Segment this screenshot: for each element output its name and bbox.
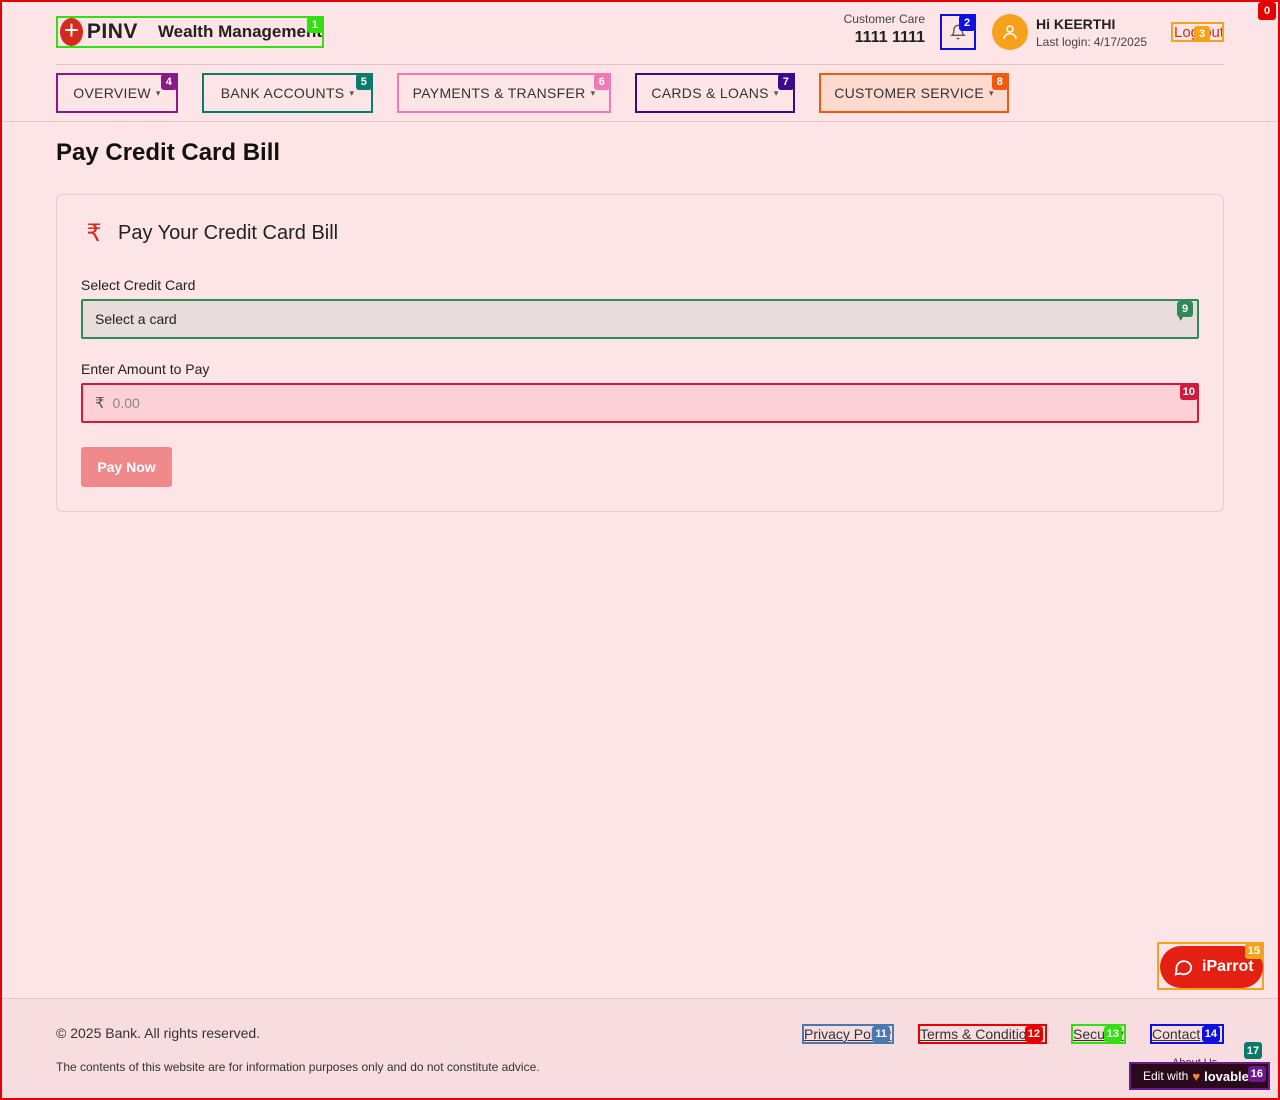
chevron-down-icon: ▾ <box>349 87 355 98</box>
chat-widget: iParrot 15 <box>1157 942 1264 990</box>
pay-now-button[interactable]: Pay Now <box>81 447 172 487</box>
chevron-down-icon: ▾ <box>155 87 161 98</box>
heart-icon: ♥ <box>1192 1068 1201 1084</box>
rupee-icon: ₹ <box>86 220 102 247</box>
overlay-badge: 9 <box>1177 301 1193 317</box>
edit-with-lovable-badge[interactable]: Edit with ♥ lovable 16 <box>1129 1062 1270 1090</box>
overlay-badge: 10 <box>1179 384 1198 400</box>
copyright: © 2025 Bank. All rights reserved. <box>56 1025 261 1041</box>
card-title: Pay Your Credit Card Bill <box>118 222 339 244</box>
overlay-badge: 1 <box>307 17 323 33</box>
overlay-badge: 2 <box>959 15 975 31</box>
logo-subtitle: Wealth Management <box>157 22 322 41</box>
amount-label: Enter Amount to Pay <box>81 361 210 377</box>
terms-conditions-link[interactable]: Terms & Conditions 12 <box>918 1024 1047 1044</box>
overlay-badge: 14 <box>1201 1026 1220 1042</box>
disclaimer: The contents of this website are for inf… <box>56 1060 540 1074</box>
header: + PINV Wealth Management 1 Customer Care… <box>56 12 1224 64</box>
overlay-badge: 11 <box>872 1026 890 1042</box>
tab-label: CUSTOMER SERVICE <box>834 85 984 101</box>
select-card-label: Select Credit Card <box>81 277 196 293</box>
edit-with-label: Edit with <box>1143 1069 1189 1083</box>
tab-overview[interactable]: OVERVIEW ▾ 4 <box>56 73 178 113</box>
tab-label: PAYMENTS & TRANSFER <box>412 85 586 101</box>
logo-text: PINV <box>86 20 138 43</box>
tab-cards-loans[interactable]: CARDS & LOANS ▾ 7 <box>635 73 795 113</box>
lovable-brand: lovable <box>1204 1068 1249 1084</box>
page-title: Pay Credit Card Bill <box>56 139 281 166</box>
last-login-label: Last login: <box>1036 35 1091 49</box>
link-label: Terms & Conditions <box>920 1026 1042 1042</box>
customer-care: Customer Care 1111 1111 <box>839 12 925 47</box>
chat-label: iParrot <box>1202 958 1254 975</box>
tab-payments-transfer[interactable]: PAYMENTS & TRANSFER ▾ 6 <box>397 73 611 113</box>
avatar[interactable] <box>992 14 1028 50</box>
overlay-badge: 5 <box>356 74 372 90</box>
user-icon <box>1003 25 1017 39</box>
rupee-icon: ₹ <box>95 395 105 412</box>
notifications-button[interactable]: 2 <box>940 14 976 50</box>
header-divider <box>56 64 1224 65</box>
overlay-badge: 6 <box>594 74 610 90</box>
logo-icon: + <box>60 17 83 46</box>
overlay-badge: 8 <box>992 74 1008 90</box>
overlay-badge: 15 <box>1244 943 1263 959</box>
overlay-badge: 17 <box>1244 1042 1262 1059</box>
logo-link[interactable]: + PINV Wealth Management 1 <box>56 16 324 48</box>
amount-input[interactable] <box>112 395 1013 411</box>
logout-button[interactable]: Log out 3 <box>1171 22 1224 42</box>
overlay-badge: 13 <box>1103 1026 1122 1042</box>
overlay-badge: 7 <box>778 74 794 90</box>
customer-care-label: Customer Care <box>843 12 925 26</box>
link-label: Contact <box>1152 1026 1201 1042</box>
pay-bill-card: ₹ Pay Your Credit Card Bill Select Credi… <box>56 194 1224 512</box>
amount-field: ₹ 10 <box>81 383 1199 423</box>
credit-card-select[interactable]: Select a card ▾ 9 <box>81 299 1199 339</box>
security-link[interactable]: Security 13 <box>1071 1024 1126 1044</box>
select-value: Select a card <box>95 311 177 327</box>
tab-label: BANK ACCOUNTS <box>220 85 345 101</box>
overlay-badge: 0 <box>1258 2 1276 20</box>
card-header: ₹ Pay Your Credit Card Bill <box>83 219 338 248</box>
contact-link[interactable]: Contact 14 <box>1150 1024 1224 1044</box>
chat-bubble-icon <box>1174 960 1193 976</box>
last-login-date: 4/17/2025 <box>1093 35 1148 49</box>
tab-label: OVERVIEW <box>73 85 151 101</box>
privacy-policy-link[interactable]: Privacy Policy 11 <box>802 1024 894 1044</box>
last-login: Last login: 4/17/2025 <box>1036 35 1147 49</box>
nav-divider <box>0 121 1280 122</box>
overlay-badge: 16 <box>1247 1066 1266 1082</box>
tab-label: CARDS & LOANS <box>651 85 769 101</box>
tab-customer-service[interactable]: CUSTOMER SERVICE ▾ 8 <box>819 73 1009 113</box>
overlay-badge: 3 <box>1194 26 1210 40</box>
tab-bank-accounts[interactable]: BANK ACCOUNTS ▾ 5 <box>202 73 373 113</box>
overlay-badge: 12 <box>1024 1026 1043 1042</box>
overlay-badge: 4 <box>161 74 177 90</box>
user-greeting: Hi KEERTHI <box>1036 16 1116 32</box>
footer: © 2025 Bank. All rights reserved. The co… <box>0 999 1280 1100</box>
customer-care-number: 1111 1111 <box>854 29 925 46</box>
